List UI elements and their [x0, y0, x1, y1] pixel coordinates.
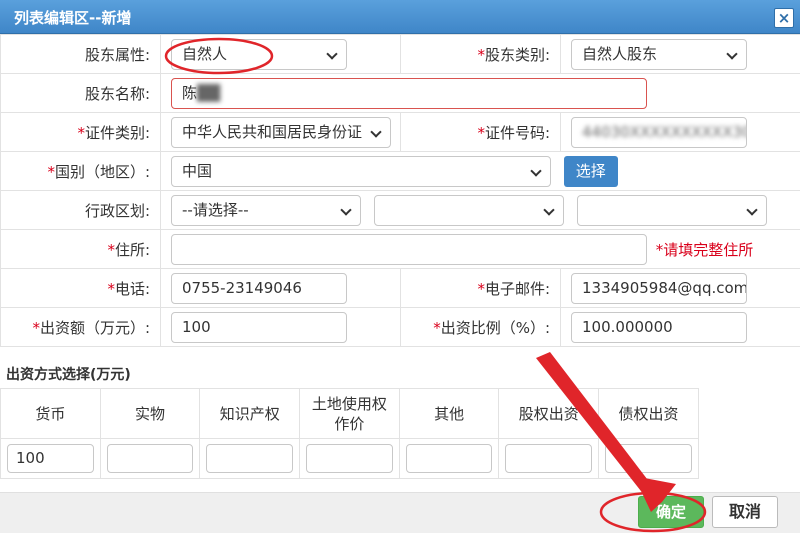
country-select[interactable]: 中国 [171, 155, 551, 187]
contribution-section-title: 出资方式选择(万元) [6, 367, 131, 383]
contribution-col-header: 知识产权 [199, 388, 301, 439]
phone-input[interactable]: 0755-23149046 [171, 272, 347, 304]
capital-label: 出资额（万元）: [39, 318, 150, 337]
shareholder-type-label: 股东类别: [484, 45, 550, 64]
required-mark: * [47, 162, 55, 181]
cert-no-label: 证件号码: [484, 123, 550, 142]
required-mark: * [32, 318, 40, 337]
required-mark: * [433, 318, 441, 337]
cert-type-label: 证件类别: [84, 123, 150, 142]
district-select[interactable] [576, 194, 767, 226]
required-mark: * [477, 123, 485, 142]
close-button[interactable]: × [774, 8, 794, 28]
shareholder-form: 股东属性: 自然人 *股东类别: 自然人股东 股东名称: 陈██ *证件类别: … [0, 34, 800, 347]
shareholder-attr-label: 股东属性: [0, 34, 161, 74]
required-mark: * [477, 45, 485, 64]
capital-input[interactable]: 100 [171, 311, 347, 343]
contribution-input-row: 100 [0, 438, 699, 479]
shareholder-attr-select[interactable]: 自然人 [171, 38, 347, 70]
phone-label: 电话: [114, 279, 150, 298]
province-select[interactable]: --请选择-- [171, 194, 361, 226]
address-label: 住所: [114, 240, 150, 259]
contribution-col-header: 债权出资 [598, 388, 699, 439]
redacted-name: ██ [197, 83, 221, 102]
contribution-col-header: 股权出资 [498, 388, 600, 439]
city-select[interactable] [373, 194, 564, 226]
contribution-debt-input[interactable] [605, 444, 692, 473]
contribution-other-input[interactable] [405, 444, 493, 473]
form-row: 股东属性: 自然人 *股东类别: 自然人股东 [0, 34, 800, 74]
contribution-physical-input[interactable] [106, 444, 194, 473]
cancel-button[interactable]: 取消 [712, 496, 778, 528]
contribution-land-input[interactable] [306, 444, 393, 473]
choose-country-button[interactable]: 选择 [563, 155, 618, 187]
admin-region-label: 行政区划: [0, 190, 161, 230]
required-mark: * [107, 240, 115, 259]
form-row: *电话: 0755-23149046 *电子邮件: 1334905984@qq.… [0, 268, 800, 308]
contribution-header-row: 货币 实物 知识产权 土地使用权作价 其他 股权出资 债权出资 [0, 388, 699, 439]
contribution-col-header: 土地使用权作价 [299, 388, 400, 439]
form-row: *证件类别: 中华人民共和国居民身份证 *证件号码: 44030XXXXXXXX… [0, 112, 800, 152]
form-row: 行政区划: --请选择-- [0, 190, 800, 230]
email-input[interactable]: 1334905984@qq.com [571, 272, 747, 304]
contribution-currency-input[interactable]: 100 [7, 444, 94, 473]
address-hint: *请填完整住所 [655, 240, 754, 259]
ratio-label: 出资比例（%）: [440, 318, 550, 337]
form-row: *住所: *请填完整住所 [0, 229, 800, 269]
contribution-col-header: 其他 [398, 388, 500, 439]
contribution-ip-input[interactable] [206, 444, 294, 473]
shareholder-type-select[interactable]: 自然人股东 [571, 38, 747, 70]
form-row: *国别（地区）: 中国 选择 [0, 151, 800, 191]
email-label: 电子邮件: [484, 279, 550, 298]
ratio-input[interactable]: 100.000000 [571, 311, 747, 343]
form-row: 股东名称: 陈██ [0, 73, 800, 113]
contribution-equity-input[interactable] [505, 444, 593, 473]
contribution-col-header: 货币 [0, 388, 101, 439]
shareholder-name-input[interactable]: 陈██ [171, 77, 647, 109]
confirm-button[interactable]: 确定 [638, 496, 704, 528]
form-row: *出资额（万元）: 100 *出资比例（%）: 100.000000 [0, 307, 800, 347]
address-input[interactable] [171, 233, 647, 265]
cert-no-input[interactable]: 44030XXXXXXXXXX30 [582, 123, 746, 141]
cert-type-select[interactable]: 中华人民共和国居民身份证 [171, 116, 391, 148]
contribution-col-header: 实物 [99, 388, 201, 439]
dialog-titlebar: 列表编辑区--新增 × [0, 0, 800, 34]
required-mark: * [477, 279, 485, 298]
required-mark: * [77, 123, 85, 142]
contribution-table: 货币 实物 知识产权 土地使用权作价 其他 股权出资 债权出资 100 [0, 388, 699, 479]
dialog-title: 列表编辑区--新增 [14, 9, 132, 27]
required-mark: * [107, 279, 115, 298]
country-label: 国别（地区）: [54, 162, 150, 181]
shareholder-name-value: 陈 [182, 83, 198, 102]
shareholder-name-label: 股东名称: [0, 73, 161, 113]
